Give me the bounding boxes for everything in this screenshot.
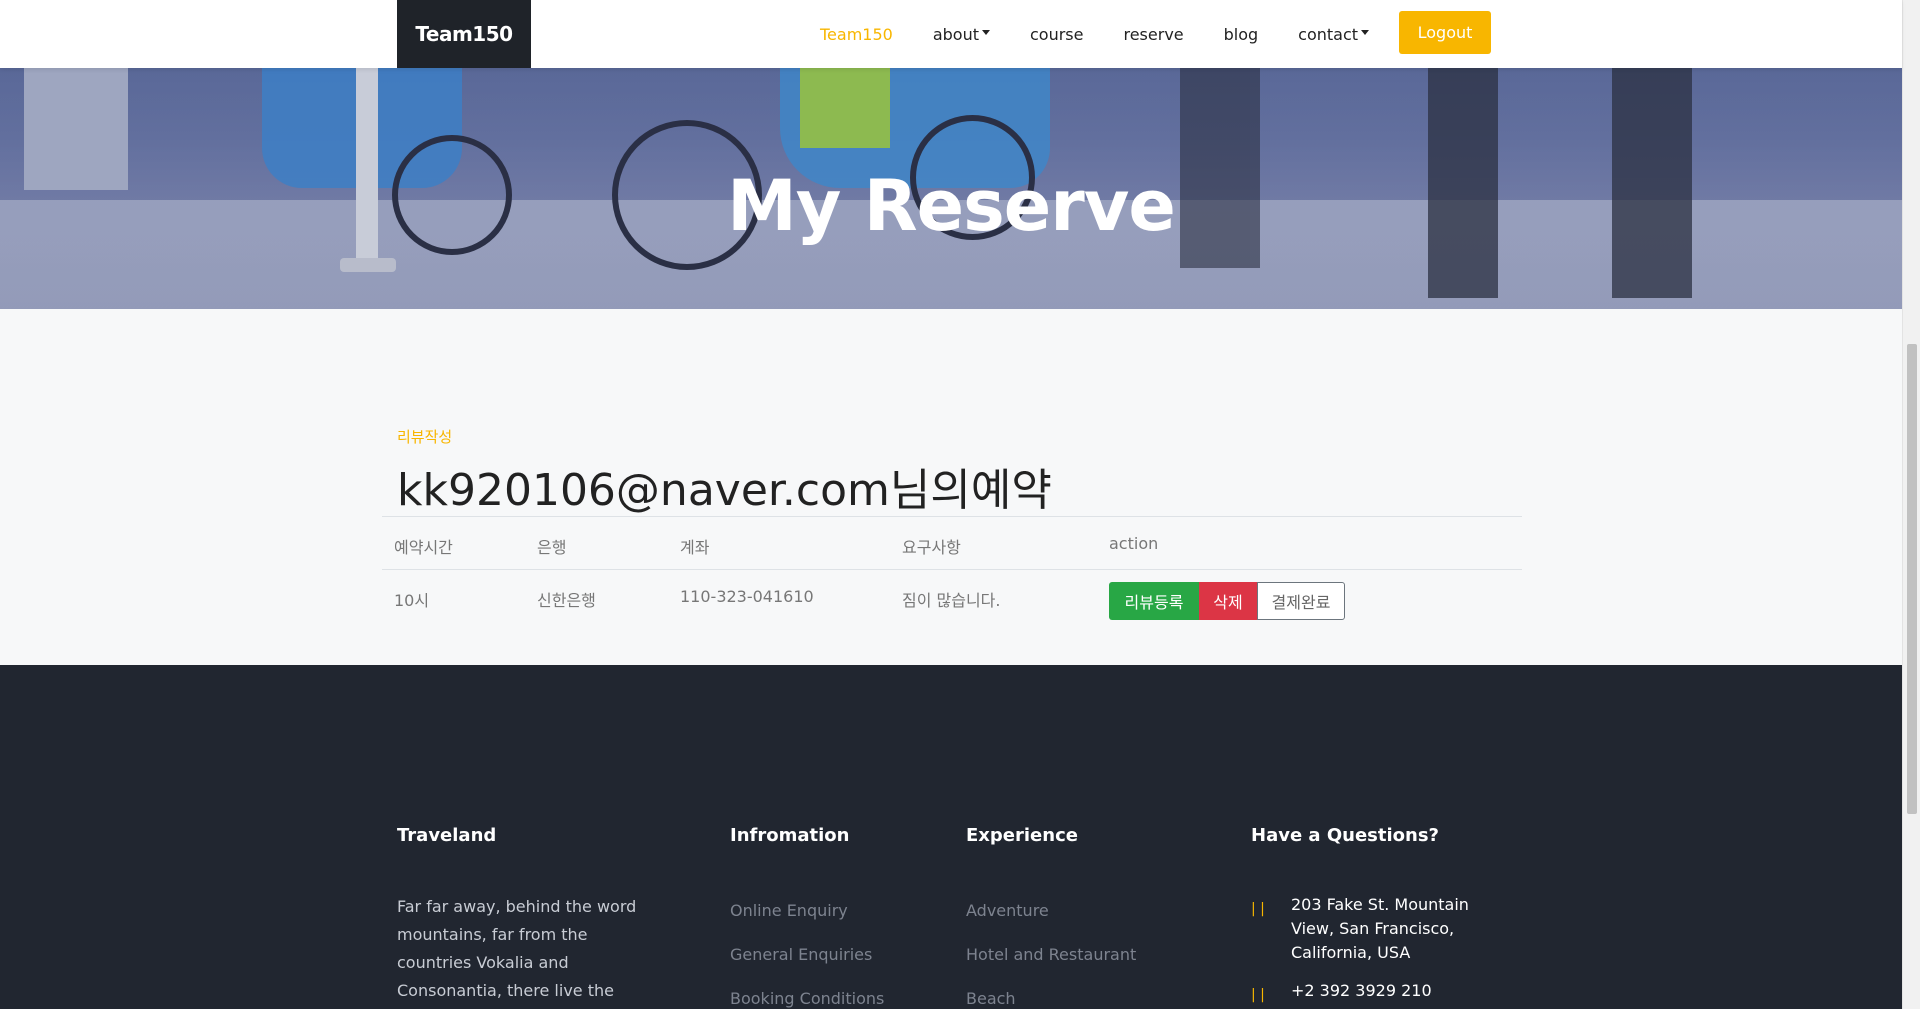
reserve-section: 리뷰작성 kk920106@naver.com님의예약 예약시간 은행 계좌 요…	[0, 309, 1902, 665]
nav-item-team150[interactable]: Team150	[820, 25, 893, 44]
nav-item-label: about	[932, 24, 979, 44]
column-header: action	[1109, 534, 1159, 553]
map-pin-icon: | |	[1251, 901, 1265, 917]
footer-information-links: Online Enquiry General Enquiries Booking…	[730, 901, 884, 1009]
cell-time: 10시	[394, 591, 430, 610]
nav-item-blog[interactable]: blog	[1224, 25, 1259, 44]
contact-address-text: 203 Fake St. Mountain View, San Francisc…	[1291, 895, 1469, 962]
brand-logo[interactable]: Team150	[397, 0, 531, 68]
footer-contact-info: | | 203 Fake St. Mountain View, San Fran…	[1251, 893, 1511, 1009]
footer-about-text: Far far away, behind the word mountains,…	[397, 897, 637, 1000]
hero-pole-base	[340, 258, 396, 272]
section-heading: kk920106@naver.com님의예약	[397, 465, 1052, 516]
table-row: 10시 신한은행 110-323-041610 짐이 많습니다. 리뷰등록 삭제…	[382, 570, 1522, 624]
footer-link[interactable]: General Enquiries	[730, 945, 884, 989]
page-scrollbar[interactable]	[1902, 0, 1920, 1009]
payment-complete-button[interactable]: 결제완료	[1257, 582, 1345, 620]
column-header: 예약시간	[394, 538, 453, 557]
navbar: Team150 Team150 about course reserve blo…	[0, 0, 1902, 68]
footer-information-title: Infromation	[730, 825, 850, 846]
nav-item-label: contact	[1298, 24, 1359, 44]
scrollbar-thumb[interactable]	[1907, 344, 1917, 814]
nav-item-label: reserve	[1123, 24, 1184, 44]
footer: Traveland Far far away, behind the word …	[0, 665, 1902, 1009]
footer-link[interactable]: Online Enquiry	[730, 901, 884, 945]
footer-contact-title: Have a Questions?	[1251, 825, 1439, 846]
nav-item-label: course	[1030, 24, 1084, 44]
nav-item-label: Team150	[820, 24, 893, 44]
footer-about-title: Traveland	[397, 825, 497, 846]
cell-account: 110-323-041610	[680, 587, 814, 606]
cell-bank: 신한은행	[537, 591, 596, 610]
cell-request: 짐이 많습니다.	[902, 591, 1001, 610]
footer-experience-links: Adventure Hotel and Restaurant Beach	[966, 901, 1136, 1009]
reserve-table: 예약시간 은행 계좌 요구사항 action 10시 신한은행 110-323-…	[382, 516, 1522, 624]
table-header: 예약시간 은행 계좌 요구사항 action	[382, 516, 1522, 570]
phone-icon: | |	[1251, 987, 1265, 1003]
footer-experience-title: Experience	[966, 825, 1078, 846]
action-buttons: 리뷰등록 삭제 결제완료	[1109, 582, 1345, 620]
section-subheading: 리뷰작성	[397, 428, 453, 446]
review-button[interactable]: 리뷰등록	[1109, 582, 1199, 620]
nav-item-course[interactable]: course	[1030, 25, 1083, 44]
nav-item-label: blog	[1223, 24, 1259, 44]
footer-link[interactable]: Booking Conditions	[730, 989, 884, 1009]
footer-link[interactable]: Beach	[966, 989, 1136, 1009]
logout-button[interactable]: Logout	[1399, 11, 1491, 54]
contact-phone[interactable]: | | +2 392 3929 210	[1251, 979, 1511, 1003]
page-title: My Reserve	[727, 165, 1176, 247]
nav-menu: Team150 about course reserve blog contac…	[820, 0, 1409, 68]
contact-phone-text: +2 392 3929 210	[1291, 981, 1432, 1000]
column-header: 은행	[537, 538, 567, 557]
caret-down-icon	[982, 30, 990, 35]
hero-cart-panel	[800, 68, 890, 148]
footer-link[interactable]: Hotel and Restaurant	[966, 945, 1136, 989]
contact-address: | | 203 Fake St. Mountain View, San Fran…	[1251, 893, 1511, 965]
column-header: 계좌	[680, 538, 710, 557]
delete-button[interactable]: 삭제	[1199, 582, 1257, 620]
nav-item-about[interactable]: about	[933, 25, 990, 44]
nav-item-contact[interactable]: contact	[1298, 24, 1370, 44]
column-header: 요구사항	[902, 538, 961, 557]
footer-link[interactable]: Adventure	[966, 901, 1136, 945]
nav-item-reserve[interactable]: reserve	[1123, 25, 1183, 44]
caret-down-icon	[1361, 30, 1370, 35]
